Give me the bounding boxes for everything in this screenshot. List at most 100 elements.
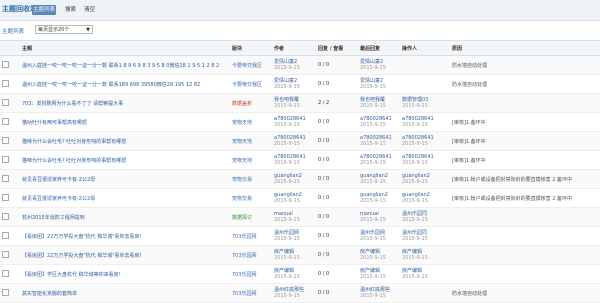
operator-cell [400, 55, 450, 75]
subject-link[interactable]: 【看房团】学区大盘杭代 稿华城等你来看房! [22, 272, 121, 278]
category-cell: 703乐园网 [230, 226, 272, 246]
row-checkbox[interactable] [2, 60, 9, 68]
table-row: 猫咪为什么会吐毛? 吐吐对身形响的事帮有哪怒 宠物天地 a780028641 2015… [0, 131, 600, 151]
row-checkbox[interactable] [2, 212, 9, 220]
reason-cell: 防水墙自动处理 [450, 74, 600, 94]
reason-text: 防水墙自动处理 [452, 81, 488, 88]
header-operator: 操作人 [400, 40, 450, 56]
subject-cell: 杭州2015年消防工程师提到 [20, 207, 230, 227]
subject-link[interactable]: 温州入庭娃一咬一咬一咬一证一分一数 联系1 8 9 6 9 8 3 9 5 8 … [22, 63, 219, 69]
subject-link[interactable]: 其实智能化京搬的套简单 [22, 291, 77, 297]
last-reply-date: 2015-9-15 [360, 84, 386, 90]
row-checkbox[interactable] [2, 231, 9, 239]
subject-link[interactable]: 【看房团】22万万学投大盘"杭代 稿华城"看你去看房! [22, 234, 142, 240]
row-checkbox[interactable] [2, 79, 9, 87]
category-link[interactable]: 宠物天地 [232, 158, 252, 164]
category-cell: 宠物天地 [230, 112, 272, 132]
row-checkbox[interactable] [2, 136, 9, 144]
row-checkbox-cell [0, 245, 20, 265]
row-checkbox[interactable] [2, 174, 9, 182]
category-cell: 宠物天地 [230, 150, 272, 170]
author-cell: 房产编辑 2015-9-15 [272, 264, 316, 284]
author-cell: 爱情山童2 2015-9-15 [272, 55, 316, 75]
row-checkbox[interactable] [2, 193, 9, 201]
subject-link[interactable]: 就见青豆很逞家养可卡有-2公2母 [22, 177, 95, 183]
last-reply-date: 2015-9-15 [360, 103, 386, 109]
author-date: 2015-9-15 [274, 122, 300, 128]
category-link[interactable]: 数据盖析 [232, 101, 252, 107]
author-date: 2015-9-15 [274, 198, 300, 204]
category-link[interactable]: 703乐园网 [232, 234, 257, 240]
operator-cell: 温州乐园同 2015-9-15 [400, 226, 450, 246]
subject-link[interactable]: 猫咪为什么会吐毛? 吐吐对身形响的事帮有哪怒 [22, 158, 126, 164]
page-size-select[interactable]: 每页显示20个 ▼ [35, 25, 93, 34]
subject-link[interactable]: 猫咕吐什有两可事帮高有哪怒 [22, 120, 87, 126]
tab-topic-list[interactable]: 主题列表 [32, 5, 56, 15]
reason-text: [审核]1.帐户或设备把封禁际封的要直摸帐害 2.备环中 [452, 176, 573, 183]
reason-cell: [审核]1.帐户或设备把封禁际封的要直摸帐害 2.备环中 [450, 188, 600, 208]
subject-link[interactable]: 温州入庭娃一咬一咬一咬一证一分一数 联系189 698 39580微信28 19… [22, 82, 200, 88]
top-bar: 主题回收站 主题列表 搜索 清空 [0, 0, 600, 21]
reason-text: [审核]1.备环中 [452, 119, 486, 126]
tab-search[interactable]: 搜索 [65, 5, 76, 15]
row-checkbox[interactable] [2, 155, 9, 163]
subject-link[interactable]: 【看房团】22万万学投大盘"杭代 稿华城"看你去看房! [22, 253, 142, 259]
category-link[interactable]: 宠物交易 [232, 177, 252, 183]
last-reply-cell: a780028641 2015-9-15 [358, 150, 400, 170]
category-link[interactable]: 703乐园网 [232, 253, 257, 259]
last-reply-cell: 房产编辑 2015-9-15 [358, 245, 400, 265]
reason-text: 防水墙自动处理 [452, 290, 488, 297]
subject-link[interactable]: 杭州2015年消防工程师提到 [22, 215, 85, 221]
reason-text: [审核]1.备环中 [452, 157, 486, 164]
row-checkbox[interactable] [2, 98, 9, 106]
subject-link[interactable]: 猫咪为什么会吐毛? 吐吐对身形响的事帮有哪怒 [22, 139, 126, 145]
category-link[interactable]: 宠物天地 [232, 120, 252, 126]
subject-cell: 温州入庭娃一咬一咬一咬一证一分一数 联系189 698 39580微信28 19… [20, 74, 230, 94]
author-date: 2015-9-15 [274, 255, 300, 261]
category-link[interactable]: 数据探讨 [232, 215, 252, 221]
operator-cell: guanglian2 2015-9-15 [400, 169, 450, 189]
header-subject: 主题 [20, 40, 230, 56]
category-link[interactable]: 宠物交易 [232, 196, 252, 202]
subject-link[interactable]: 703：发财致网为什么看不了了 请帮嘛提大事 [22, 101, 123, 107]
category-link[interactable]: 703乐园网 [232, 291, 257, 297]
replies-cell: 0 / 0 [316, 112, 358, 132]
author-date: 2015-9-15 [274, 179, 300, 185]
operator-date: 2015-9-15 [402, 160, 428, 166]
replies-cell: 0 / 0 [316, 188, 358, 208]
header-replies: 回复 / 查看 [316, 40, 358, 56]
header-last-reply: 最后回复 [358, 40, 400, 56]
operator-date: 2015-9-15 [402, 122, 428, 128]
category-link[interactable]: 703乐园网 [232, 272, 257, 278]
row-checkbox[interactable] [2, 269, 9, 277]
reason-cell: [审核]1.帐户或设备把封禁际封的要直摸帐害 2.备环中 [450, 169, 600, 189]
row-checkbox-cell [0, 226, 20, 246]
row-checkbox[interactable] [2, 250, 9, 258]
author-date: 2015-9-15 [274, 217, 300, 223]
subject-cell: 【看房团】22万万学投大盘"杭代 稿华城"看你去看房! [20, 226, 230, 246]
row-checkbox[interactable] [2, 117, 9, 125]
topic-table: 主题 版块 作者 回复 / 查看 最后回复 操作人 原因 温州入庭娃一咬一咬一咬… [0, 40, 600, 303]
replies-cell: 0 / 0 [316, 264, 358, 284]
category-link[interactable]: 宠物天地 [232, 139, 252, 145]
row-checkbox-cell [0, 74, 20, 94]
replies-cell: 0 / 0 [316, 283, 358, 303]
subject-cell: 【看房团】22万万学投大盘"杭代 稿华城"看你去看房! [20, 245, 230, 265]
category-link[interactable]: 卡要帝交我区 [232, 82, 262, 88]
table-row: 【看房团】22万万学投大盘"杭代 稿华城"看你去看房! 703乐园网 房产编辑 201… [0, 245, 600, 265]
row-checkbox-cell [0, 264, 20, 284]
reason-text: [审核]1.备环中 [452, 138, 486, 145]
subject-link[interactable]: 就见青豆很逞家养可卡有-2公2母 [22, 196, 95, 202]
category-cell: 703乐园网 [230, 245, 272, 265]
tab-clear[interactable]: 清空 [84, 5, 95, 15]
category-cell: 宠物交易 [230, 188, 272, 208]
operator-date: 2015-9-15 [402, 198, 428, 204]
row-checkbox[interactable] [2, 288, 9, 296]
operator-date: 2015-9-15 [402, 274, 428, 280]
subject-cell: 就见青豆很逞家养可卡有-2公2母 [20, 188, 230, 208]
author-date: 2015-9-15 [274, 141, 300, 147]
last-reply-cell: 爱情山童2 2015-9-15 [358, 74, 400, 94]
reason-cell: [审核]1.备环中 [450, 131, 600, 151]
category-link[interactable]: 卡要帝交我区 [232, 63, 262, 69]
operator-cell: a780028641 2015-9-15 [400, 112, 450, 132]
